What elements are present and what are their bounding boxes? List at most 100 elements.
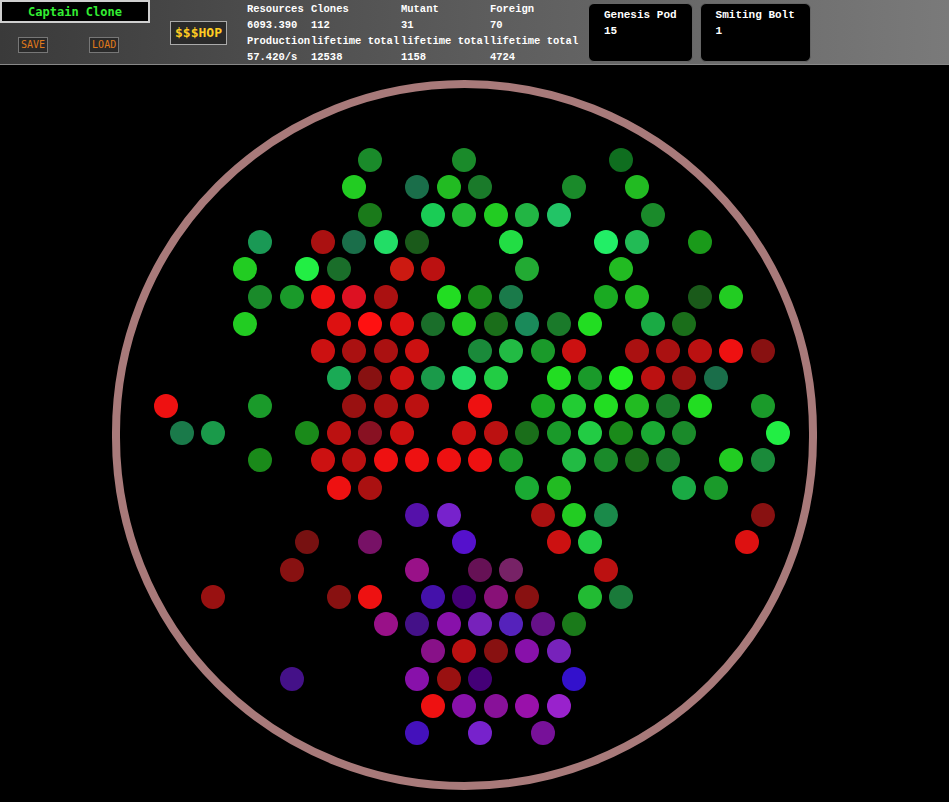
- clone-cell[interactable]: [437, 175, 461, 199]
- clone-cell[interactable]: [562, 448, 586, 472]
- clone-cell[interactable]: [468, 667, 492, 691]
- clone-cell[interactable]: [609, 257, 633, 281]
- clone-cell[interactable]: [374, 448, 398, 472]
- clone-cell[interactable]: [374, 612, 398, 636]
- clone-cell[interactable]: [468, 175, 492, 199]
- clone-cell[interactable]: [295, 421, 319, 445]
- clone-cell[interactable]: [421, 312, 445, 336]
- clone-cell[interactable]: [374, 285, 398, 309]
- clone-cell[interactable]: [405, 503, 429, 527]
- clone-cell[interactable]: [421, 257, 445, 281]
- clone-cell[interactable]: [327, 366, 351, 390]
- clone-cell[interactable]: [405, 667, 429, 691]
- clone-cell[interactable]: [515, 585, 539, 609]
- clone-cell[interactable]: [358, 585, 382, 609]
- clone-cell[interactable]: [405, 339, 429, 363]
- clone-cell[interactable]: [531, 394, 555, 418]
- clone-cell[interactable]: [468, 339, 492, 363]
- clone-cell[interactable]: [280, 285, 304, 309]
- clone-cell[interactable]: [452, 203, 476, 227]
- clone-cell[interactable]: [578, 585, 602, 609]
- clone-cell[interactable]: [342, 230, 366, 254]
- clone-cell[interactable]: [358, 312, 382, 336]
- clone-cell[interactable]: [248, 285, 272, 309]
- clone-cell[interactable]: [248, 394, 272, 418]
- clone-cell[interactable]: [437, 612, 461, 636]
- clone-cell[interactable]: [562, 667, 586, 691]
- clone-cell[interactable]: [233, 312, 257, 336]
- clone-cell[interactable]: [672, 312, 696, 336]
- clone-cell[interactable]: [358, 476, 382, 500]
- clone-cell[interactable]: [405, 558, 429, 582]
- clone-cell[interactable]: [311, 230, 335, 254]
- clone-cell[interactable]: [327, 585, 351, 609]
- clone-cell[interactable]: [358, 421, 382, 445]
- game-board[interactable]: [0, 65, 949, 802]
- clone-cell[interactable]: [547, 203, 571, 227]
- clone-cell[interactable]: [704, 366, 728, 390]
- clone-cell[interactable]: [342, 175, 366, 199]
- clone-cell[interactable]: [452, 585, 476, 609]
- clone-cell[interactable]: [625, 230, 649, 254]
- clone-cell[interactable]: [688, 285, 712, 309]
- clone-cell[interactable]: [547, 366, 571, 390]
- clone-cell[interactable]: [280, 667, 304, 691]
- clone-cell[interactable]: [342, 448, 366, 472]
- clone-cell[interactable]: [594, 503, 618, 527]
- clone-cell[interactable]: [515, 312, 539, 336]
- clone-cell[interactable]: [499, 558, 523, 582]
- clone-cell[interactable]: [704, 476, 728, 500]
- clone-cell[interactable]: [468, 448, 492, 472]
- clone-cell[interactable]: [499, 339, 523, 363]
- clone-cell[interactable]: [280, 558, 304, 582]
- clone-cell[interactable]: [295, 257, 319, 281]
- clone-cell[interactable]: [421, 366, 445, 390]
- clone-cell[interactable]: [656, 339, 680, 363]
- clone-cell[interactable]: [342, 339, 366, 363]
- clone-cell[interactable]: [641, 421, 665, 445]
- clone-cell[interactable]: [437, 448, 461, 472]
- clone-cell[interactable]: [531, 503, 555, 527]
- clone-cell[interactable]: [578, 530, 602, 554]
- clone-cell[interactable]: [390, 421, 414, 445]
- clone-cell[interactable]: [594, 285, 618, 309]
- clone-cell[interactable]: [562, 175, 586, 199]
- clone-cell[interactable]: [547, 694, 571, 718]
- clone-cell[interactable]: [405, 230, 429, 254]
- clone-cell[interactable]: [437, 285, 461, 309]
- clone-cell[interactable]: [719, 448, 743, 472]
- clone-cell[interactable]: [295, 530, 319, 554]
- clone-cell[interactable]: [515, 639, 539, 663]
- clone-cell[interactable]: [342, 285, 366, 309]
- clone-cell[interactable]: [751, 394, 775, 418]
- clone-cell[interactable]: [484, 366, 508, 390]
- clone-cell[interactable]: [719, 285, 743, 309]
- clone-cell[interactable]: [421, 585, 445, 609]
- clone-cell[interactable]: [562, 394, 586, 418]
- clone-cell[interactable]: [625, 285, 649, 309]
- clone-cell[interactable]: [719, 339, 743, 363]
- clone-cell[interactable]: [499, 448, 523, 472]
- clone-cell[interactable]: [594, 394, 618, 418]
- clone-cell[interactable]: [405, 175, 429, 199]
- clone-cell[interactable]: [578, 421, 602, 445]
- clone-cell[interactable]: [547, 639, 571, 663]
- clone-cell[interactable]: [201, 585, 225, 609]
- clone-cell[interactable]: [499, 285, 523, 309]
- clone-cell[interactable]: [358, 366, 382, 390]
- clone-cell[interactable]: [688, 394, 712, 418]
- clone-cell[interactable]: [766, 421, 790, 445]
- clone-cell[interactable]: [421, 694, 445, 718]
- clone-cell[interactable]: [688, 230, 712, 254]
- clone-cell[interactable]: [609, 585, 633, 609]
- clone-cell[interactable]: [578, 312, 602, 336]
- clone-cell[interactable]: [452, 312, 476, 336]
- clone-cell[interactable]: [405, 721, 429, 745]
- clone-cell[interactable]: [562, 503, 586, 527]
- clone-cell[interactable]: [468, 612, 492, 636]
- clone-cell[interactable]: [609, 148, 633, 172]
- clone-cell[interactable]: [327, 312, 351, 336]
- clone-cell[interactable]: [484, 312, 508, 336]
- clone-cell[interactable]: [358, 530, 382, 554]
- clone-cell[interactable]: [625, 448, 649, 472]
